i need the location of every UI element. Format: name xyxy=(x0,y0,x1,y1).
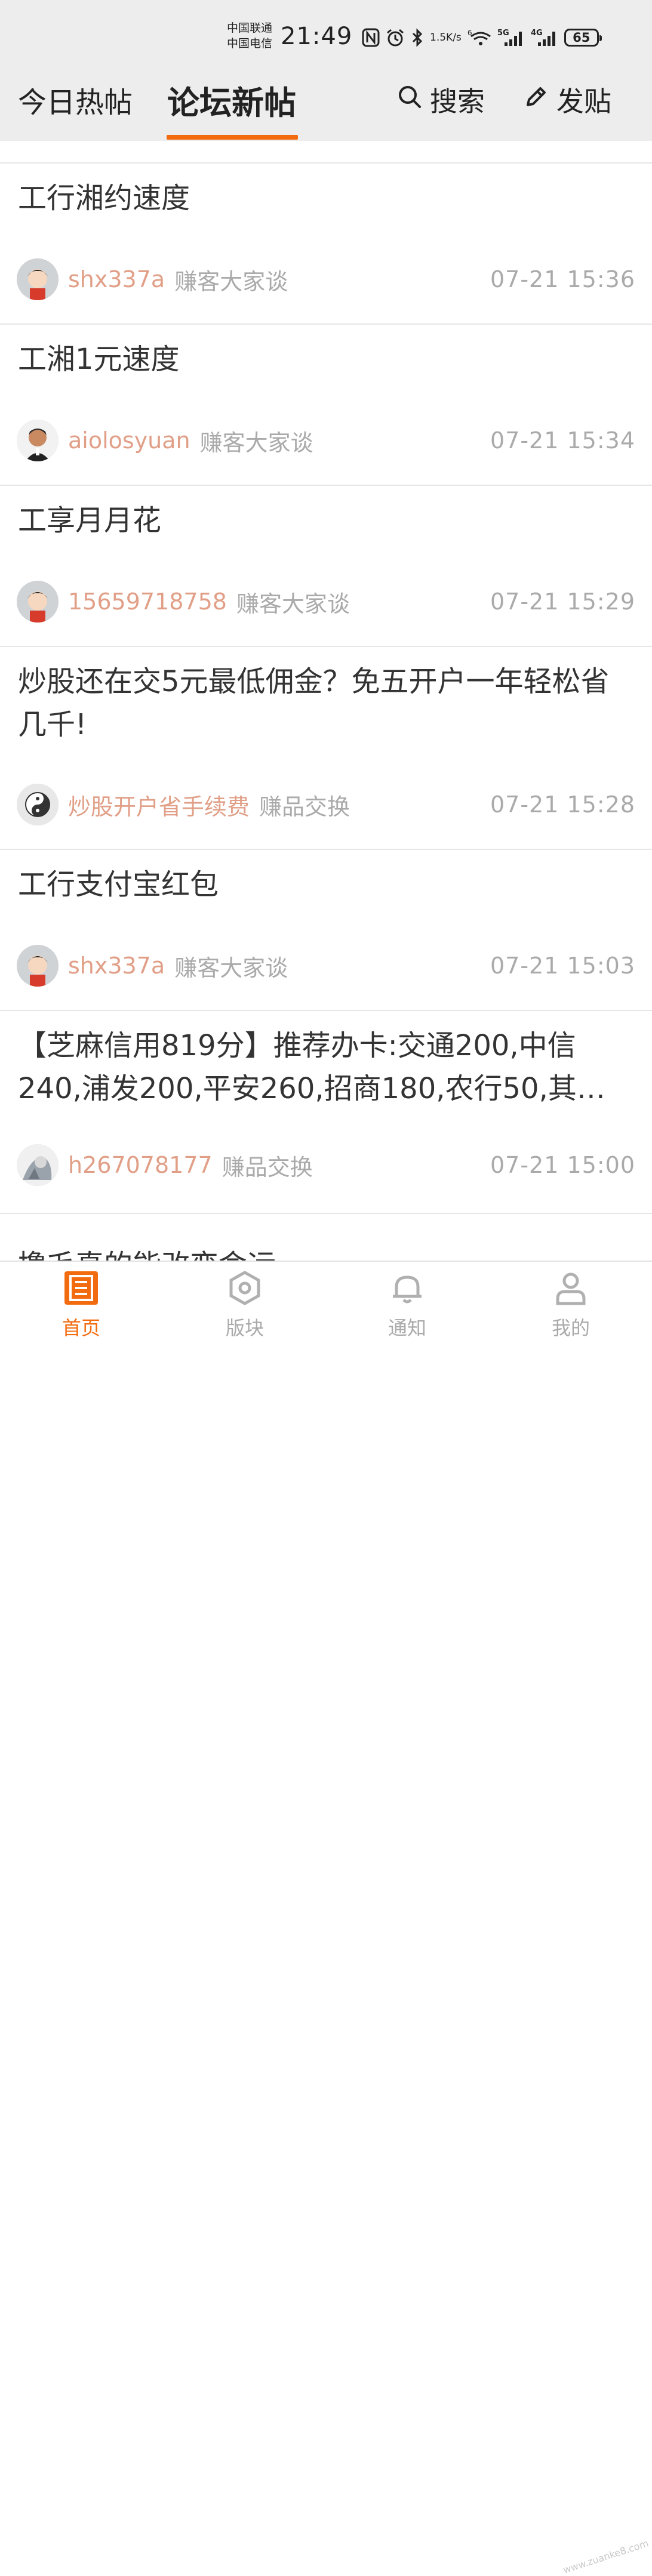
post-meta: shx337a 赚客大家谈 07-21 15:03 xyxy=(17,944,635,987)
post-time: 07-21 15:03 xyxy=(490,953,635,979)
battery-icon: 65 xyxy=(564,29,602,47)
nav-board-label: 版块 xyxy=(225,1317,264,1339)
nav-me-label: 我的 xyxy=(551,1317,590,1339)
net-speed-value: 1.5 xyxy=(430,31,447,44)
post-meta: aiolosyuan 赚客大家谈 07-21 15:34 xyxy=(17,419,635,462)
carrier-2: 中国电信 xyxy=(227,37,273,50)
post-time: 07-21 15:36 xyxy=(490,266,635,292)
nfc-icon xyxy=(362,28,380,47)
search-icon xyxy=(396,84,423,116)
list-item[interactable]: 工行湘约速度 shx337a 赚客大家谈 07-21 15:36 xyxy=(0,164,652,325)
list-item[interactable]: 炒股还在交5元最低佣金？免五开户一年轻松省几千! 炒股开户省手续费 赚品交换 0… xyxy=(0,647,652,850)
post-forum: 赚客大家谈 xyxy=(174,268,288,295)
post-meta: 炒股开户省手续费 赚品交换 07-21 15:28 xyxy=(17,783,635,826)
list-item[interactable]: 工湘1元速度 aiolosyuan 赚客大家谈 07-21 15:34 xyxy=(0,325,652,486)
post-author[interactable]: h267078177 xyxy=(68,1152,213,1178)
avatar[interactable] xyxy=(17,420,59,461)
signal-4g-icon: 4G xyxy=(531,28,558,47)
search-label: 搜索 xyxy=(430,85,485,118)
nav-me[interactable]: 我的 xyxy=(529,1270,613,1341)
nav-notice[interactable]: 通知 xyxy=(365,1270,449,1341)
avatar[interactable] xyxy=(17,1144,59,1186)
top-header: 今日热帖 论坛新帖 搜索 发贴 xyxy=(0,75,652,141)
post-title[interactable]: 【芝麻信用819分】推荐办卡:交通200,中信240,浦发200,平安260,招… xyxy=(18,1024,634,1110)
post-meta: h267078177 赚品交换 07-21 15:00 xyxy=(17,1144,635,1187)
post-forum: 赚客大家谈 xyxy=(236,590,350,617)
net-speed-unit: K/s xyxy=(446,31,462,44)
avatar[interactable] xyxy=(17,258,59,300)
tab-forum-new[interactable]: 论坛新帖 xyxy=(167,76,296,124)
avatar[interactable] xyxy=(17,581,59,623)
net-speed: 1.5 K/s xyxy=(430,31,462,44)
post-list: 工行湘约速度 shx337a 赚客大家谈 07-21 15:36 工湘1元速度 … xyxy=(0,141,652,1214)
carrier-labels: 中国联通 中国电信 xyxy=(227,20,272,51)
active-tab-indicator xyxy=(167,135,298,140)
post-title[interactable]: 工行支付宝红包 xyxy=(18,863,634,906)
post-author[interactable]: aiolosyuan xyxy=(68,427,190,454)
bottom-nav: 首页 版块 通知 我的 www.zuanke8.com xyxy=(0,1261,652,2576)
svg-text:4G: 4G xyxy=(531,29,543,38)
post-time: 07-21 15:29 xyxy=(490,588,635,615)
post-author[interactable]: shx337a xyxy=(68,266,165,292)
list-item[interactable]: 【芝麻信用819分】推荐办卡:交通200,中信240,浦发200,平安260,招… xyxy=(0,1011,652,1214)
post-meta: 15659718758 赚客大家谈 07-21 15:29 xyxy=(17,580,635,623)
wifi-icon: 6 xyxy=(468,28,491,47)
post-time: 07-21 15:00 xyxy=(490,1152,635,1178)
list-top-divider xyxy=(0,141,652,164)
signal-5g-icon: 5G xyxy=(497,28,525,47)
alarm-icon xyxy=(386,28,405,47)
tab-today-hot[interactable]: 今日热帖 xyxy=(18,79,133,121)
pencil-icon xyxy=(523,84,549,116)
post-title[interactable]: 工湘1元速度 xyxy=(18,338,634,381)
post-title[interactable]: 工行湘约速度 xyxy=(18,177,634,220)
watermark: www.zuanke8.com xyxy=(561,2537,650,2576)
new-post-label: 发贴 xyxy=(556,85,611,118)
bell-icon xyxy=(393,1275,422,1304)
post-forum: 赚品交换 xyxy=(259,793,350,820)
post-author[interactable]: 炒股开户省手续费 xyxy=(68,788,250,821)
status-clock: 21:49 xyxy=(281,23,353,50)
post-title[interactable]: 工享月月花 xyxy=(18,499,634,542)
post-title[interactable]: 炒股还在交5元最低佣金？免五开户一年轻松省几千! xyxy=(18,660,634,746)
partial-post-title[interactable]: 撸毛真的能改变命运 xyxy=(18,1239,276,1263)
nav-notice-label: 通知 xyxy=(387,1317,426,1339)
post-time: 07-21 15:28 xyxy=(490,791,635,818)
list-item[interactable]: 工享月月花 15659718758 赚客大家谈 07-21 15:29 xyxy=(0,486,652,647)
post-meta: shx337a 赚客大家谈 07-21 15:36 xyxy=(17,258,635,301)
avatar[interactable] xyxy=(17,945,59,987)
post-time: 07-21 15:34 xyxy=(490,427,635,454)
list-item[interactable]: 工行支付宝红包 shx337a 赚客大家谈 07-21 15:03 xyxy=(0,850,652,1011)
post-author[interactable]: 15659718758 xyxy=(68,588,227,615)
home-list-icon xyxy=(64,1271,98,1305)
post-forum: 赚品交换 xyxy=(222,1154,313,1181)
new-post-button[interactable]: 发贴 xyxy=(523,80,611,119)
svg-text:5G: 5G xyxy=(497,29,509,38)
system-icons: 1.5 K/s 6 5G 4G 65 xyxy=(362,24,602,51)
nav-home-label: 首页 xyxy=(61,1317,100,1339)
post-forum: 赚客大家谈 xyxy=(199,429,313,456)
post-author[interactable]: shx337a xyxy=(68,953,165,979)
status-bar: 中国联通 中国电信 21:49 1.5 K/s 6 5G 4G 65 xyxy=(0,0,652,75)
post-forum: 赚客大家谈 xyxy=(174,954,288,981)
user-icon xyxy=(556,1272,586,1305)
avatar[interactable] xyxy=(17,784,59,825)
carrier-1: 中国联通 xyxy=(227,21,273,35)
bluetooth-icon xyxy=(411,28,424,47)
board-hexagon-icon xyxy=(229,1271,260,1305)
nav-board[interactable]: 版块 xyxy=(203,1270,287,1341)
nav-home[interactable]: 首页 xyxy=(39,1270,123,1341)
search-button[interactable]: 搜索 xyxy=(396,80,485,119)
